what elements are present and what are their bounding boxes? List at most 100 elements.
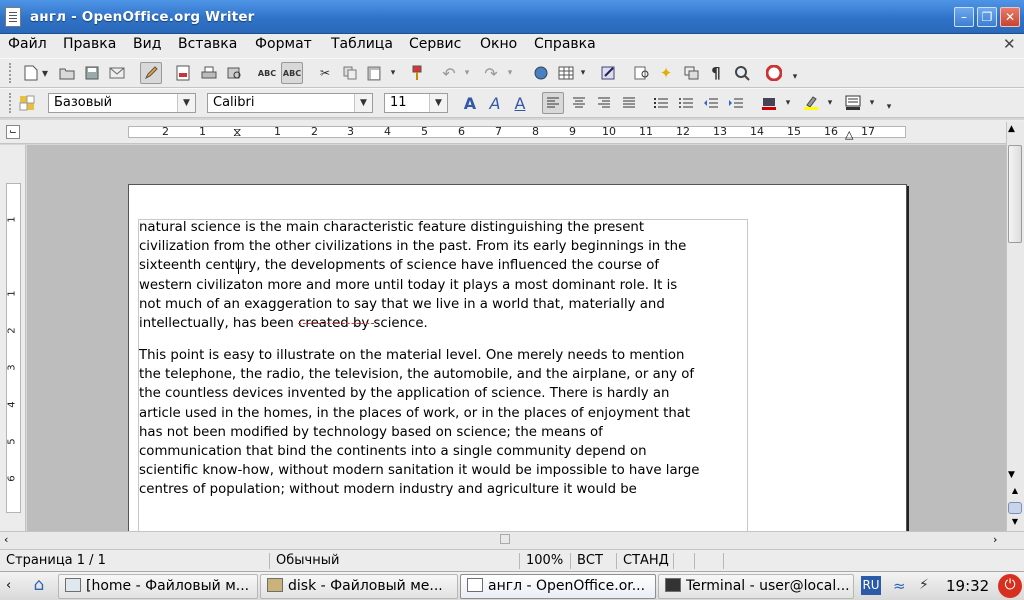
menu-tools[interactable]: Сервис — [409, 35, 461, 53]
help-icon[interactable] — [765, 64, 783, 82]
scroll-right-icon[interactable]: › — [993, 533, 997, 546]
taskbar-scroll-left-icon[interactable]: ‹ — [6, 578, 11, 593]
edit-mode-icon[interactable] — [140, 62, 162, 84]
insert-mode[interactable]: ВСТ — [570, 553, 615, 569]
cut-icon[interactable]: ✂ — [316, 64, 334, 82]
menu-table[interactable]: Таблица — [331, 35, 393, 53]
background-color-icon[interactable] — [844, 94, 862, 112]
paragraph[interactable]: This point is easy to illustrate on the … — [139, 346, 751, 500]
scroll-left-icon[interactable]: ‹ — [4, 533, 8, 546]
redo-dropdown-icon[interactable]: ▾ — [505, 64, 515, 82]
menu-format[interactable]: Формат — [255, 35, 312, 53]
keyboard-layout-indicator[interactable]: RU — [861, 576, 881, 595]
background-color-dropdown-icon[interactable]: ▾ — [867, 94, 877, 112]
bullets-icon[interactable] — [677, 94, 695, 112]
save-icon[interactable] — [83, 64, 101, 82]
print-preview-icon[interactable] — [225, 64, 243, 82]
open-folder-icon[interactable] — [58, 64, 76, 82]
highlighting-dropdown-icon[interactable]: ▾ — [825, 94, 835, 112]
close-document-icon[interactable]: ✕ — [1003, 35, 1016, 53]
font-color-dropdown-icon[interactable]: ▾ — [783, 94, 793, 112]
paste-dropdown-icon[interactable]: ▾ — [388, 64, 398, 82]
scroll-up-icon[interactable]: ▲ — [1008, 124, 1015, 134]
scroll-down-icon[interactable]: ▼ — [1008, 470, 1015, 480]
navigation-icon[interactable] — [1008, 502, 1022, 514]
highlighting-icon[interactable] — [802, 94, 820, 112]
redo-icon[interactable]: ↷ — [482, 64, 500, 83]
font-color-icon[interactable] — [760, 94, 778, 112]
spellcheck-icon[interactable]: ABC — [258, 64, 276, 82]
previous-page-icon[interactable]: ▲ — [1008, 486, 1022, 498]
align-left-icon[interactable] — [542, 92, 564, 114]
toolbar-grip[interactable] — [9, 93, 15, 113]
email-icon[interactable] — [108, 64, 126, 82]
justify-icon[interactable] — [620, 94, 638, 112]
power-plug-icon[interactable]: ⚡ — [919, 577, 929, 593]
ruler-scale[interactable]: 2 1 1 2 3 4 5 6 7 8 9 10 11 12 13 14 15 … — [128, 125, 906, 138]
toolbar-overflow-icon[interactable]: ▾ — [790, 68, 800, 86]
task-openoffice-writer[interactable]: англ - OpenOffice.or... — [460, 574, 656, 599]
maximize-button[interactable]: ❐ — [977, 7, 997, 27]
menu-help[interactable]: Справка — [534, 35, 596, 53]
menu-view[interactable]: Вид — [133, 35, 161, 53]
task-file-manager-disk[interactable]: disk - Файловый ме... — [260, 574, 458, 599]
task-file-manager-home[interactable]: [home - Файловый м... — [58, 574, 258, 599]
paragraph-style-combobox[interactable]: Базовый ▼ — [48, 93, 196, 113]
undo-dropdown-icon[interactable]: ▾ — [462, 64, 472, 82]
underline-icon[interactable]: A — [511, 94, 529, 113]
paste-icon[interactable] — [365, 64, 383, 82]
clock[interactable]: 19:32 — [946, 577, 989, 595]
menu-insert[interactable]: Вставка — [178, 35, 237, 53]
font-size-combobox[interactable]: 11 ▼ — [384, 93, 448, 113]
font-name-combobox[interactable]: Calibri ▼ — [207, 93, 373, 113]
menu-window[interactable]: Окно — [480, 35, 517, 53]
next-page-icon[interactable]: ▼ — [1008, 517, 1022, 529]
page-indicator[interactable]: Страница 1 / 1 — [0, 553, 268, 569]
chevron-down-icon[interactable]: ▼ — [177, 94, 195, 112]
find-replace-icon[interactable] — [633, 64, 651, 82]
toolbar-overflow-icon[interactable]: ▾ — [884, 98, 894, 116]
task-terminal[interactable]: Terminal - user@local... — [658, 574, 854, 599]
power-button-icon[interactable]: ⏻ — [998, 574, 1022, 598]
align-center-icon[interactable] — [570, 94, 588, 112]
undo-icon[interactable]: ↶ — [440, 64, 458, 83]
styles-formatting-icon[interactable] — [18, 94, 36, 112]
print-icon[interactable] — [200, 64, 218, 82]
zoom-icon[interactable] — [733, 64, 751, 82]
gallery-icon[interactable] — [683, 64, 701, 82]
new-dropdown-icon[interactable]: ▾ — [40, 64, 50, 82]
home-icon[interactable]: ⌂ — [28, 575, 50, 597]
format-paintbrush-icon[interactable] — [408, 64, 426, 82]
close-window-button[interactable]: ✕ — [1000, 7, 1020, 27]
horizontal-scrollbar[interactable] — [0, 531, 1024, 549]
paragraph[interactable]: natural science is the main characterist… — [139, 218, 751, 333]
italic-icon[interactable]: A — [486, 94, 504, 113]
hyperlink-icon[interactable] — [532, 64, 550, 82]
toolbar-grip[interactable] — [9, 63, 15, 83]
left-indent-marker[interactable]: ⧖ — [233, 126, 241, 138]
align-right-icon[interactable] — [595, 94, 613, 112]
page-style[interactable]: Обычный — [269, 553, 519, 569]
copy-icon[interactable] — [341, 64, 359, 82]
scrollbar-thumb[interactable] — [1008, 145, 1022, 243]
decrease-indent-icon[interactable] — [702, 94, 720, 112]
vertical-ruler-scale[interactable]: 1 1 2 3 4 5 6 — [6, 183, 21, 513]
right-indent-marker[interactable]: △ — [845, 129, 853, 140]
scrollbar-thumb[interactable] — [500, 534, 510, 544]
tab-stop-selector-icon[interactable]: ⌙ — [6, 125, 20, 139]
wifi-icon[interactable]: ≈ — [893, 577, 906, 595]
autospellcheck-icon[interactable]: ABC — [281, 62, 303, 84]
show-draw-functions-icon[interactable] — [600, 64, 618, 82]
chevron-down-icon[interactable]: ▼ — [354, 94, 372, 112]
increase-indent-icon[interactable] — [727, 94, 745, 112]
new-document-icon[interactable] — [22, 64, 40, 82]
export-pdf-icon[interactable] — [174, 64, 192, 82]
zoom-level[interactable]: 100% — [519, 553, 569, 569]
table-dropdown-icon[interactable]: ▾ — [578, 64, 588, 82]
formatting-marks-icon[interactable]: ¶ — [707, 64, 725, 82]
table-icon[interactable] — [557, 64, 575, 82]
chevron-down-icon[interactable]: ▼ — [429, 94, 447, 112]
selection-mode[interactable]: СТАНД — [616, 553, 672, 569]
navigator-icon[interactable]: ✦ — [657, 64, 675, 82]
bold-icon[interactable]: A — [461, 94, 479, 113]
